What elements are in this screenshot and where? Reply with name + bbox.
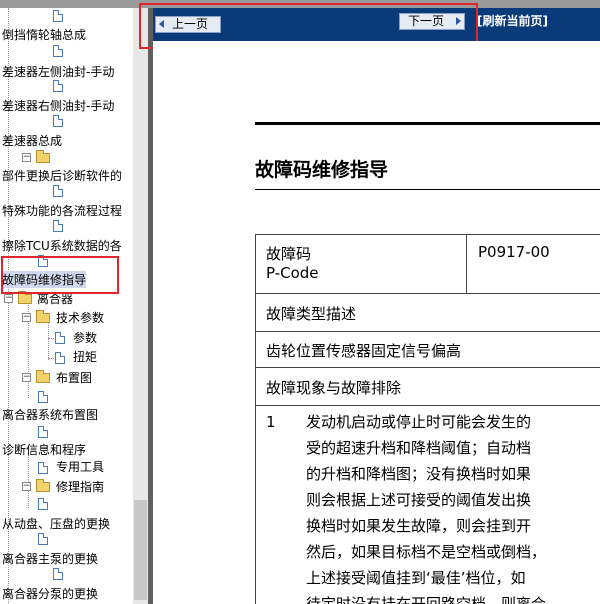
folder-icon [18,291,32,304]
tree-item[interactable]: 修理指南 [56,478,104,495]
tree-guide-line [48,358,54,359]
type-value: 齿轮位置传感器固定信号偏高 [266,342,462,360]
step-line: 受的超速升档和降档阈值；自动档 [306,439,532,457]
document-icon [53,80,63,92]
document-icon [53,185,63,197]
document-icon [55,332,65,344]
symptom-header: 故障现象与故障排除 [266,379,402,397]
step-line: 待定时没有挂在开回路空档，则离合 [306,595,547,604]
page-title: 故障码维修指导 [255,159,389,181]
code-value: P0917-00 [478,243,550,261]
collapse-toggle-icon[interactable]: − [22,153,31,162]
document-icon [38,498,48,510]
title-rule [255,189,600,190]
document-icon [55,352,65,364]
code-header-en: P-Code [266,264,319,282]
collapse-toggle-icon[interactable]: − [22,373,31,382]
tree-item[interactable]: 离合器主泵的更换 [2,550,98,567]
table-border [255,234,256,604]
step-line: 的升档和降档图；没有换档时如果 [306,465,532,483]
collapse-toggle-icon[interactable]: − [4,294,13,303]
highlight-box-selected-item [1,256,119,294]
document-icon [53,115,63,127]
step-line: 然后，如果目标档不是空档或倒档， [306,543,547,561]
document-icon [38,426,48,438]
collapse-toggle-icon[interactable]: − [22,482,31,491]
table-border [255,367,600,368]
document-icon [38,462,48,474]
type-header: 故障类型描述 [266,305,357,323]
table-border [466,234,467,293]
tree-item[interactable]: 技术参数 [56,309,104,326]
tree-item[interactable]: 倒挡惰轮轴总成 [2,26,86,43]
folder-icon [36,150,50,163]
step-number: 1 [266,413,276,431]
tree-guide-line [48,320,49,360]
document-view: 故障码维修指导 故障码 P-Code P0917-00 故障类型描述 齿轮位置传… [153,41,600,604]
step-line: 则会根据上述可接受的阈值发出换 [306,491,532,509]
tree-item[interactable]: 诊断信息和程序 [2,441,86,458]
document-icon [53,10,63,22]
table-border [255,405,600,406]
tree-guide-line [48,338,54,339]
tree-item[interactable]: 扭矩 [73,348,97,365]
step-line: 上述接受阈值挂到‘最佳’档位，如 [306,569,526,587]
tree-item[interactable]: 专用工具 [56,458,104,475]
document-icon [53,45,63,57]
tree-item[interactable]: 特殊功能的各流程过程 [2,202,122,219]
tree-pane[interactable]: 倒挡惰轮轴总成 差速器左侧油封-手动 差速器右侧油封-手动 差速器总成 − 部件… [0,8,133,604]
step-line: 换档时如果发生故障，则会挂到开 [306,517,532,535]
table-border [255,293,600,294]
table-border [255,331,600,332]
step-line: 发动机启动或停止时可能会发生的 [306,413,532,431]
tree-scrollbar-thumb[interactable] [134,500,147,600]
document-icon [38,391,48,403]
tree-item[interactable]: 差速器左侧油封-手动 [2,63,114,80]
refresh-page-link[interactable]: [刷新当前页] [477,12,548,29]
tree-item[interactable]: 部件更换后诊断软件的 [2,167,122,184]
folder-icon [36,310,50,323]
tree-item[interactable]: 布置图 [56,369,92,386]
tree-item[interactable]: 差速器总成 [2,132,62,149]
collapse-toggle-icon[interactable]: − [22,313,31,322]
document-icon [38,533,48,545]
tree-item[interactable]: 擦除TCU系统数据的各 [2,237,122,254]
code-header: 故障码 [266,245,312,263]
folder-icon [36,370,50,383]
document-icon [53,220,63,232]
tree-item[interactable]: 参数 [73,329,97,346]
header-rule [255,122,600,125]
tree-item[interactable]: 差速器右侧油封-手动 [2,97,114,114]
folder-icon [36,479,50,492]
document-icon [53,568,63,580]
tree-item[interactable]: 从动盘、压盘的更换 [2,515,110,532]
table-border [255,234,600,235]
tree-item[interactable]: 离合器系统布置图 [2,406,98,423]
tree-item[interactable]: 离合器分泵的更换 [2,585,98,602]
